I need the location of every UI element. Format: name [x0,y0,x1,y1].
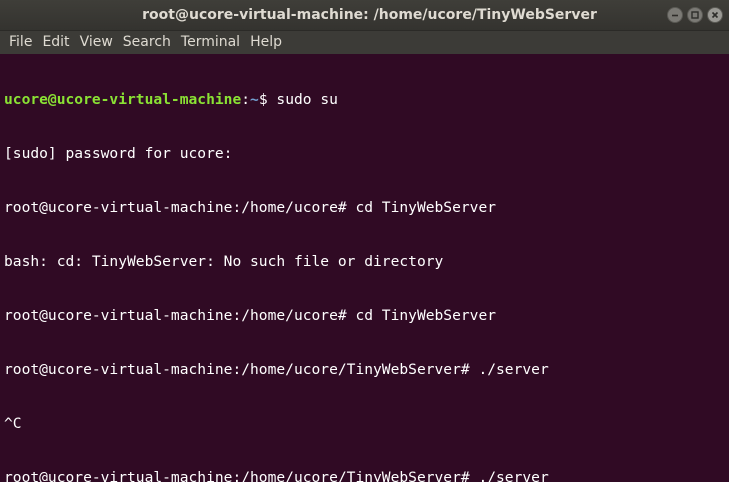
maximize-icon[interactable] [687,7,703,23]
terminal-line: root@ucore-virtual-machine:/home/ucore/T… [4,361,549,378]
terminal-line: [sudo] password for ucore: [4,145,233,162]
prompt-user-host: ucore@ucore-virtual-machine [4,91,242,108]
terminal-line: ucore@ucore-virtual-machine:~$ sudo su [4,91,729,109]
title-bar[interactable]: root@ucore-virtual-machine: /home/ucore/… [0,0,729,31]
menu-file[interactable]: File [4,31,37,54]
menu-help[interactable]: Help [245,31,287,54]
prompt-symbol: $ [258,91,277,108]
prompt-path: ~ [250,91,259,108]
window-controls [667,7,723,24]
menu-bar: File Edit View Search Terminal Help [0,31,729,54]
minimize-icon[interactable] [667,7,683,23]
terminal-line: ^C [4,415,22,432]
terminal-line: root@ucore-virtual-machine:/home/ucore# … [4,307,497,324]
terminal-window: root@ucore-virtual-machine: /home/ucore/… [0,0,729,482]
prompt-separator: : [241,91,251,108]
terminal-output[interactable]: ucore@ucore-virtual-machine:~$ sudo su [… [0,54,729,482]
menu-edit[interactable]: Edit [37,31,74,54]
window-title: root@ucore-virtual-machine: /home/ucore/… [142,7,597,23]
terminal-line: bash: cd: TinyWebServer: No such file or… [4,253,444,270]
menu-search[interactable]: Search [118,31,176,54]
terminal-line: root@ucore-virtual-machine:/home/ucore# … [4,199,497,216]
close-icon[interactable] [707,7,723,23]
menu-terminal[interactable]: Terminal [176,31,245,54]
prompt-command: sudo su [276,91,338,108]
menu-view[interactable]: View [75,31,118,54]
terminal-line: root@ucore-virtual-machine:/home/ucore/T… [4,469,549,482]
